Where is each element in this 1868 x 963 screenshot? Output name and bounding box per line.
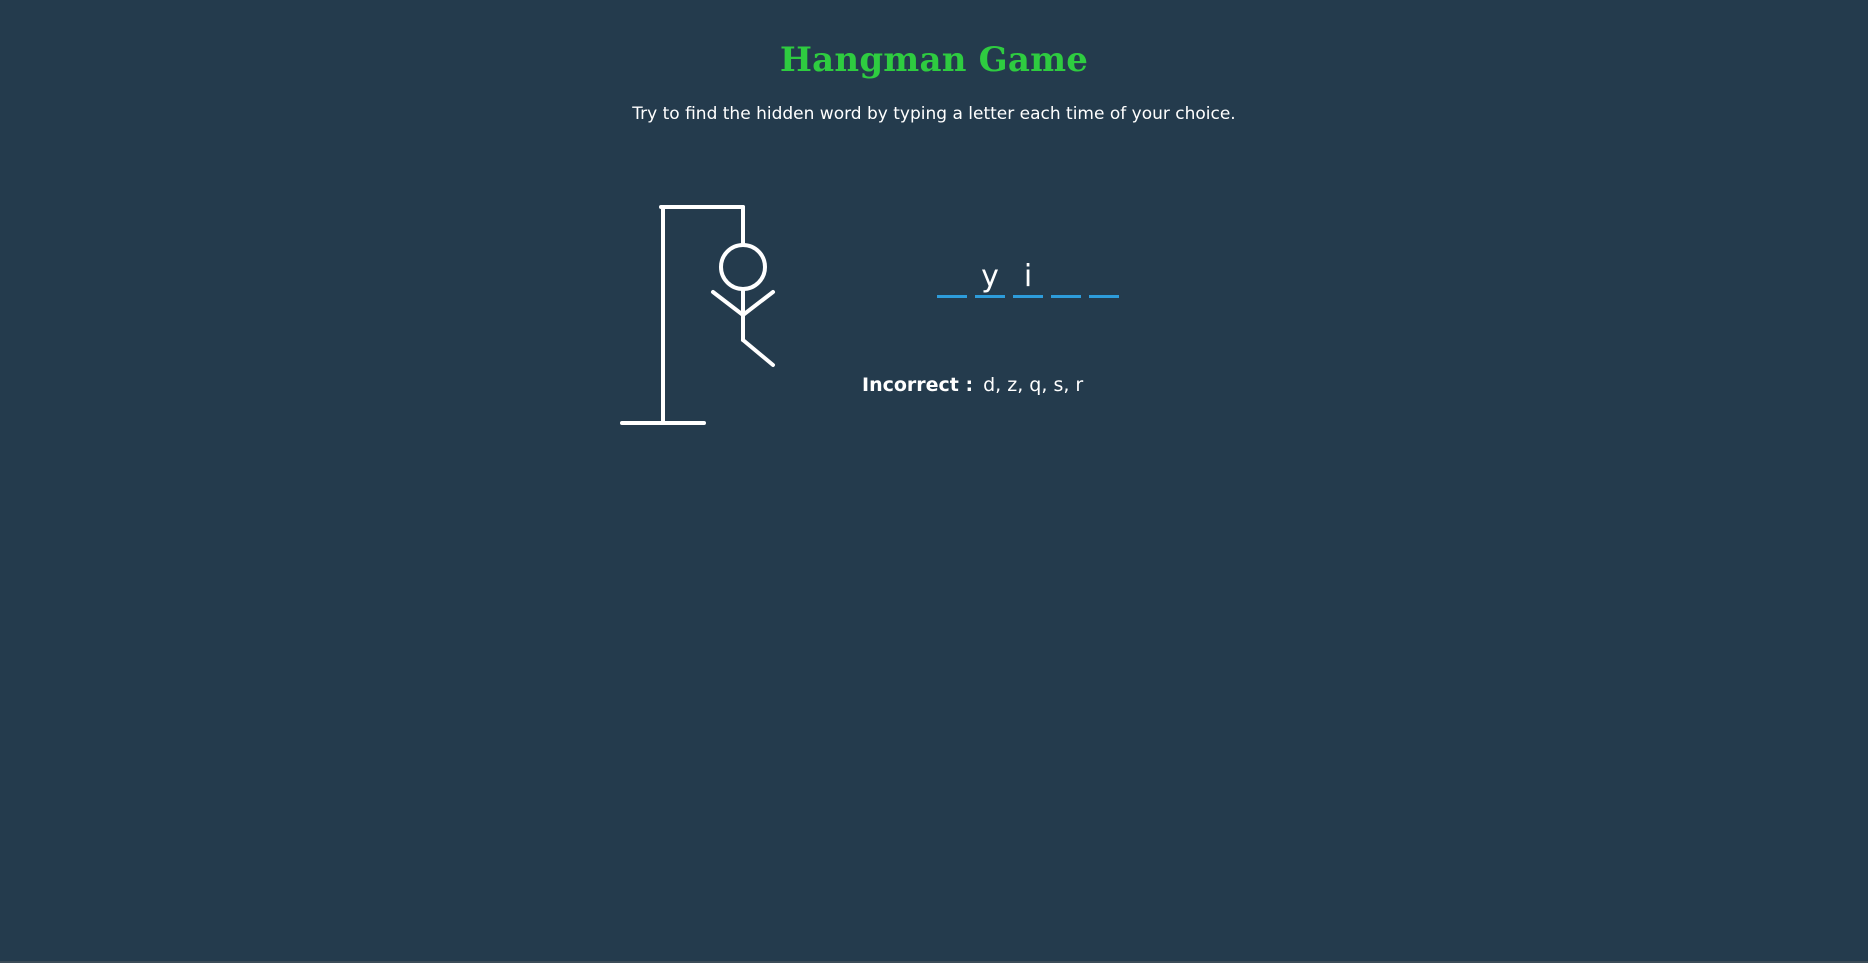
hangman-figure	[620, 205, 775, 425]
letter-slot: i	[1013, 256, 1043, 298]
instructions-text: Try to find the hidden word by typing a …	[632, 104, 1236, 124]
incorrect-label: Incorrect :	[862, 374, 974, 396]
hangman-head	[719, 243, 767, 291]
letter-slot: y	[975, 256, 1005, 298]
incorrect-guesses: Incorrect : d, z, q, s, r	[862, 374, 1083, 396]
hangman-left-arm	[711, 290, 745, 317]
incorrect-letters: d, z, q, s, r	[983, 374, 1084, 396]
letter-slot	[937, 256, 967, 298]
hidden-word: y i	[937, 256, 1119, 298]
page-title: Hangman Game	[779, 40, 1089, 80]
letter-slot	[1051, 256, 1081, 298]
hangman-right-arm	[741, 290, 775, 317]
hangman-right-leg	[741, 338, 775, 367]
letter-slot	[1089, 256, 1119, 298]
